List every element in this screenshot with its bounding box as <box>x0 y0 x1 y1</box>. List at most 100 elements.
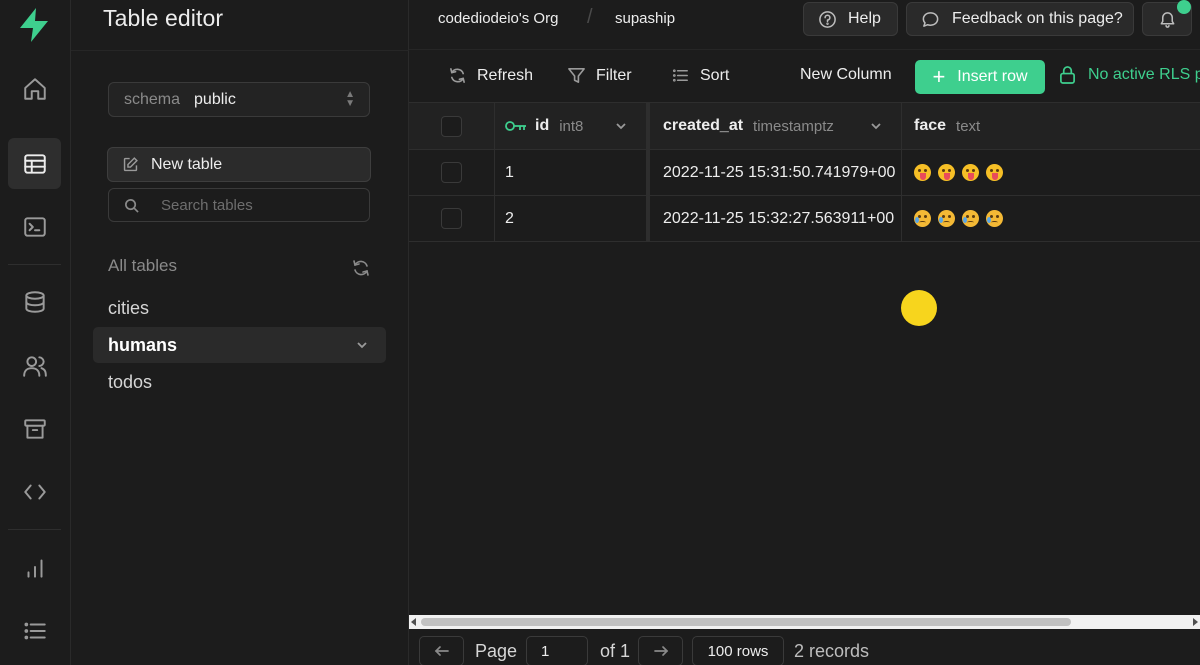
top-bar: codediodeio's Org / supaship Help Feedba… <box>409 0 1200 50</box>
tongue-face-icon <box>914 164 931 181</box>
column-header-created-at[interactable]: created_at timestamptz <box>650 103 902 149</box>
row-select-cell <box>409 150 495 195</box>
users-icon[interactable] <box>8 340 61 391</box>
panel-divider <box>71 50 409 51</box>
breadcrumb-separator: / <box>587 6 593 28</box>
reports-icon[interactable] <box>8 542 61 593</box>
scrollbar-thumb[interactable] <box>421 618 1071 626</box>
database-icon[interactable] <box>8 276 61 327</box>
sort-button[interactable]: Sort <box>671 66 729 85</box>
rows-per-page-label: 100 rows <box>707 642 769 660</box>
schema-label: schema <box>124 90 181 108</box>
horizontal-scrollbar[interactable] <box>409 615 1200 629</box>
scroll-right-icon[interactable] <box>1193 618 1198 626</box>
rows-per-page-select[interactable]: 100 rows <box>692 636 784 665</box>
column-name: created_at <box>663 117 744 134</box>
chevron-down-icon[interactable] <box>869 119 883 133</box>
chevron-down-icon[interactable] <box>354 337 370 353</box>
chat-bubble-icon <box>922 11 939 27</box>
refresh-button[interactable]: Refresh <box>448 66 533 85</box>
new-table-label: New table <box>151 155 223 173</box>
next-page-button[interactable] <box>638 636 683 665</box>
sad-tear-face-icon <box>938 210 955 227</box>
cell-id[interactable]: 2 <box>495 196 650 241</box>
cell-created-at[interactable]: 2022-11-25 15:31:50.741979+00 <box>650 150 902 195</box>
plus-icon: + <box>932 64 946 89</box>
table-editor-panel: Table editor schema public ▲ ▼ New table … <box>71 0 409 665</box>
sql-editor-icon[interactable] <box>8 201 61 252</box>
refresh-label: Refresh <box>477 66 534 84</box>
rail-divider <box>8 264 61 265</box>
notification-badge <box>1177 0 1191 14</box>
tongue-face-icon <box>938 164 955 181</box>
schema-select[interactable]: schema public ▲ ▼ <box>108 82 370 117</box>
new-column-button[interactable]: New Column <box>800 66 892 84</box>
home-icon[interactable] <box>8 63 61 114</box>
filter-button[interactable]: Filter <box>567 66 632 85</box>
scroll-left-icon[interactable] <box>411 618 416 626</box>
arrow-right-icon <box>653 646 668 656</box>
column-type: int8 <box>559 117 584 135</box>
tongue-face-icon <box>986 164 1003 181</box>
select-updown-icon: ▲ ▼ <box>345 89 355 109</box>
table-item-humans[interactable]: humans <box>93 327 386 363</box>
table-row[interactable]: 1 2022-11-25 15:31:50.741979+00 <box>409 150 1200 196</box>
grid-toolbar: Refresh Filter Sort New Column + Insert … <box>409 51 1200 103</box>
cell-id[interactable]: 1 <box>495 150 650 195</box>
table-item-label: cities <box>108 297 150 318</box>
search-tables-field[interactable] <box>108 188 370 222</box>
chevron-down-icon[interactable] <box>614 119 628 133</box>
bell-icon <box>1160 11 1174 28</box>
select-all-cell <box>409 103 495 149</box>
cell-face[interactable] <box>902 150 1200 195</box>
panel-title: Table editor <box>103 5 224 31</box>
pagination-footer: Page of 1 100 rows 2 records <box>409 629 1200 665</box>
previous-page-button[interactable] <box>419 636 464 665</box>
data-grid: id int8 created_at timestamptz face text… <box>409 103 1200 615</box>
table-row[interactable]: 2 2022-11-25 15:32:27.563911+00 <box>409 196 1200 242</box>
help-label: Help <box>848 10 881 27</box>
grid-header-row: id int8 created_at timestamptz face text <box>409 103 1200 150</box>
column-type: timestamptz <box>753 117 834 135</box>
tongue-face-icon <box>962 164 979 181</box>
new-table-button[interactable]: New table <box>107 147 371 182</box>
search-tables-input[interactable] <box>161 196 351 214</box>
filter-label: Filter <box>596 66 632 84</box>
cell-face[interactable] <box>902 196 1200 241</box>
search-icon <box>125 198 139 213</box>
page-label: Page <box>475 641 518 661</box>
help-icon <box>819 10 836 28</box>
help-button[interactable]: Help <box>803 2 898 36</box>
cell-created-at[interactable]: 2022-11-25 15:32:27.563911+00 <box>650 196 902 241</box>
sad-tear-face-icon <box>962 210 979 227</box>
rls-label: No active RLS p <box>1088 65 1200 83</box>
rls-status-link[interactable]: No active RLS p <box>1059 65 1200 84</box>
code-icon[interactable] <box>8 466 61 517</box>
select-all-checkbox[interactable] <box>441 115 462 137</box>
breadcrumb-org[interactable]: codediodeio's Org <box>438 10 558 27</box>
row-checkbox[interactable] <box>441 162 462 183</box>
refresh-tables-icon[interactable] <box>351 258 371 278</box>
insert-row-button[interactable]: + Insert row <box>915 60 1045 94</box>
column-header-id[interactable]: id int8 <box>495 103 650 149</box>
sort-label: Sort <box>700 66 730 84</box>
row-checkbox[interactable] <box>441 208 462 229</box>
column-name: id <box>535 117 550 134</box>
insert-row-label: Insert row <box>957 68 1028 85</box>
sad-tear-face-icon <box>914 210 931 227</box>
records-count: 2 records <box>794 641 870 661</box>
column-header-face[interactable]: face text <box>902 103 1200 149</box>
primary-key-icon <box>505 119 527 133</box>
table-editor-icon[interactable] <box>8 138 61 189</box>
table-item-todos[interactable]: todos <box>93 364 386 400</box>
storage-icon[interactable] <box>8 403 61 454</box>
table-item-cities[interactable]: cities <box>93 290 386 326</box>
row-select-cell <box>409 196 495 241</box>
page-number-input[interactable] <box>526 636 588 665</box>
feedback-button[interactable]: Feedback on this page? <box>906 2 1134 36</box>
rail-divider <box>8 529 61 530</box>
logs-icon[interactable] <box>8 605 61 656</box>
breadcrumb-project[interactable]: supaship <box>615 10 675 27</box>
page-count-label: of 1 <box>600 641 631 661</box>
supabase-logo-icon[interactable] <box>16 6 52 44</box>
